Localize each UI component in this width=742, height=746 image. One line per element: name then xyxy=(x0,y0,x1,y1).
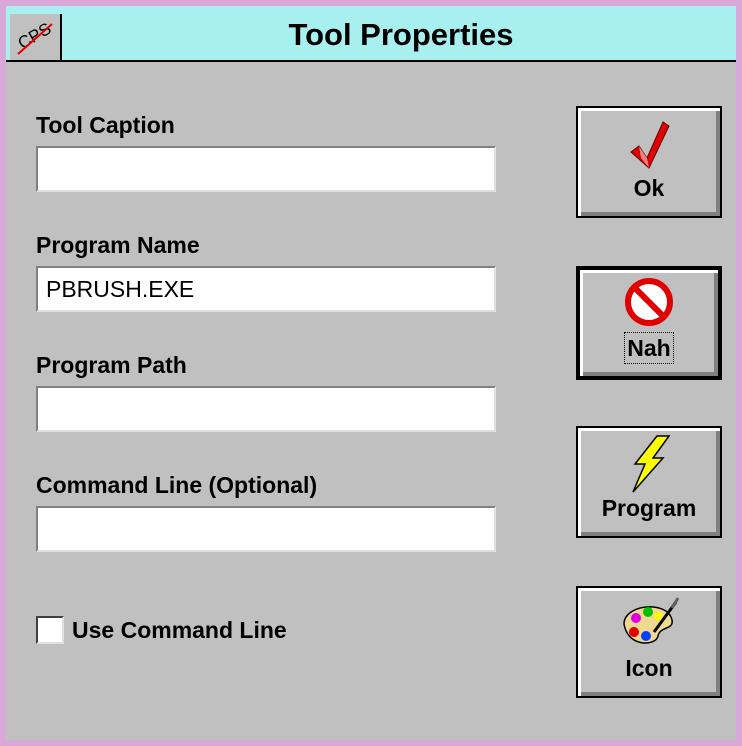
tool-caption-label: Tool Caption xyxy=(36,112,175,138)
ok-button[interactable]: Ok xyxy=(576,106,722,218)
program-path-input[interactable] xyxy=(36,386,496,432)
checkmark-icon xyxy=(578,118,720,177)
window-title: Tool Properties xyxy=(288,17,514,52)
tool-caption-input[interactable] xyxy=(36,146,496,192)
lightning-icon xyxy=(578,434,720,499)
svg-text:CPS: CPS xyxy=(15,19,55,53)
tool-properties-dialog: CPS Tool Properties Tool Caption Program… xyxy=(0,0,742,746)
program-button-label: Program xyxy=(601,495,697,521)
program-name-input[interactable] xyxy=(36,266,496,312)
palette-icon xyxy=(578,596,720,655)
nah-button-label: Nah xyxy=(624,332,674,364)
title-bar: CPS Tool Properties xyxy=(6,6,736,62)
nah-button[interactable]: Nah xyxy=(576,266,722,380)
program-path-label: Program Path xyxy=(36,352,187,378)
cps-icon: CPS xyxy=(15,19,55,55)
icon-button[interactable]: Icon xyxy=(576,586,722,698)
system-menu-button[interactable]: CPS xyxy=(10,14,62,60)
program-button[interactable]: Program xyxy=(576,426,722,538)
ok-button-label: Ok xyxy=(633,175,665,201)
command-line-input[interactable] xyxy=(36,506,496,552)
command-line-label: Command Line (Optional) xyxy=(36,472,318,498)
program-name-label: Program Name xyxy=(36,232,200,258)
use-command-line-checkbox[interactable] xyxy=(36,616,64,644)
no-sign-icon xyxy=(580,276,718,333)
use-command-line-label[interactable]: Use Command Line xyxy=(72,616,287,644)
icon-button-label: Icon xyxy=(625,655,673,681)
